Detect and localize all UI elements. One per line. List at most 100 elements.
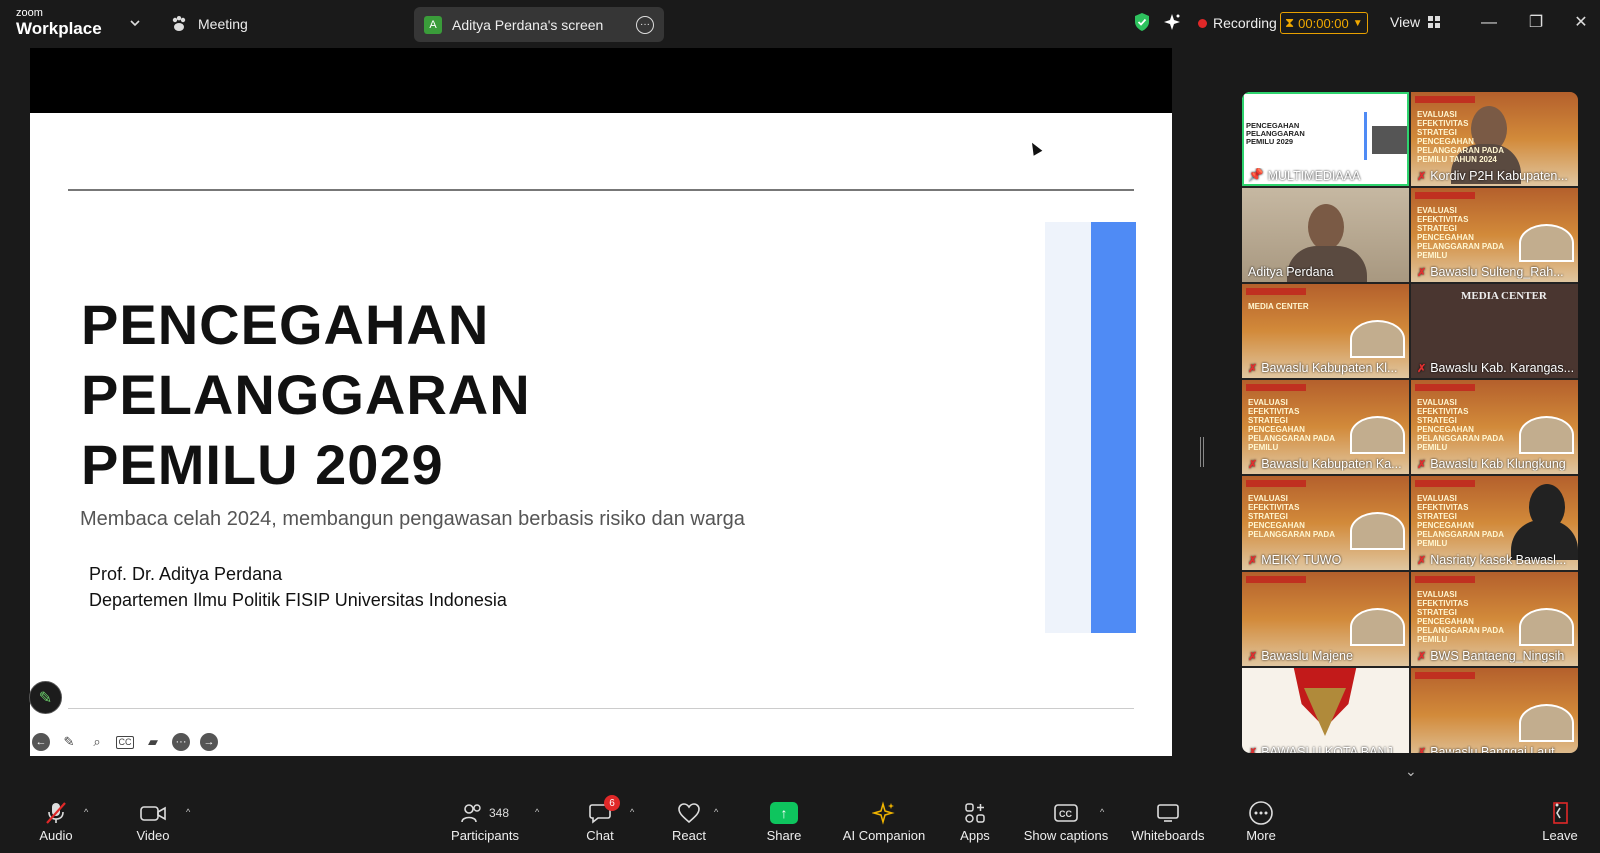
- thumbnail-header: [1246, 288, 1306, 295]
- tile-label: ✗ BWS Bantaeng_Ningsih: [1417, 649, 1574, 663]
- participant-tile[interactable]: ✗ BAWASLU KOTA BANJ...: [1242, 668, 1409, 753]
- show-captions-label: Show captions: [1023, 828, 1109, 843]
- tile-label: ✗ Nasriaty kasek Bawasl...: [1417, 553, 1574, 567]
- pen-icon[interactable]: ✎: [60, 733, 78, 751]
- restore-window-icon[interactable]: ❐: [1525, 12, 1547, 34]
- chevron-down-icon: ▼: [1352, 17, 1363, 29]
- mic-muted-icon: ✗: [1248, 554, 1258, 567]
- participant-tile[interactable]: ✗ Nasriaty kasek Bawasl... EVALUASI EFEKT…: [1411, 476, 1578, 570]
- thumbnail-header: [1415, 384, 1475, 391]
- thumbnail-room: [1350, 608, 1405, 646]
- thumbnail-room: [1350, 416, 1405, 454]
- logo-line2: Workplace: [16, 19, 102, 38]
- thumbnail-header: [1415, 480, 1475, 487]
- participant-tile[interactable]: ✗ MEIKY TUWO EVALUASI EFEKTIVITAS STRATEG…: [1242, 476, 1409, 570]
- participant-tile[interactable]: MEDIA CENTER ✗ Bawaslu Kab. Karangas...: [1411, 284, 1578, 378]
- participant-name: MEIKY TUWO: [1261, 553, 1342, 567]
- ai-sparkle-icon: [872, 801, 895, 825]
- annotate-pen-icon[interactable]: ✎: [29, 681, 62, 714]
- security-shield-icon[interactable]: [1133, 12, 1151, 32]
- thumbnail-room: [1350, 512, 1405, 550]
- participant-tile[interactable]: ✗ Bawaslu Sulteng_Rah... EVALUASI EFEKTIV…: [1411, 188, 1578, 282]
- participant-tile[interactable]: ✗ Bawaslu Banggai Laut: [1411, 668, 1578, 753]
- slide-title-line: PELANGGARAN: [81, 363, 531, 426]
- video-camera-icon: [140, 806, 166, 821]
- mic-muted-icon: ✗: [1417, 266, 1427, 279]
- pin-icon: 📌: [1248, 168, 1264, 182]
- minimize-icon[interactable]: —: [1478, 12, 1500, 34]
- top-bar: zoom Workplace Meeting A Aditya Perdana'…: [0, 0, 1600, 48]
- captions-icon[interactable]: CC: [116, 735, 134, 749]
- show-captions-button[interactable]: CC Show captions: [1024, 795, 1108, 853]
- more-button[interactable]: More: [1244, 795, 1278, 853]
- chevron-up-icon[interactable]: ^: [535, 807, 539, 817]
- participant-tile[interactable]: PENCEGAHAN PELANGGARAN PEMILU 2029 📌 MULTIM…: [1242, 92, 1409, 186]
- heart-icon: [678, 803, 700, 824]
- participant-tile[interactable]: Aditya Perdana: [1242, 188, 1409, 282]
- chevron-up-icon[interactable]: ^: [714, 807, 718, 817]
- apps-button[interactable]: Apps: [960, 795, 990, 853]
- participant-tile[interactable]: ✗ BWS Bantaeng_Ningsih EVALUASI EFEKTIVIT…: [1411, 572, 1578, 666]
- leave-button[interactable]: Leave: [1541, 795, 1579, 853]
- thumbnail-room: [1519, 608, 1574, 646]
- mic-muted-icon: ✗: [1417, 362, 1427, 375]
- share-arrow-icon: ↑: [770, 802, 798, 824]
- tile-thumbnail-text: EVALUASI EFEKTIVITAS STRATEGI PENCEGAHAN…: [1417, 110, 1504, 164]
- thumbnail-room: [1519, 704, 1574, 742]
- participant-name: Kordiv P2H Kabupaten...: [1430, 169, 1568, 183]
- slide-top-divider: [68, 189, 1134, 191]
- participant-name: BAWASLU KOTA BANJ...: [1261, 745, 1404, 753]
- zoom-magnifier-icon[interactable]: ⌕: [88, 733, 106, 751]
- ai-sparkle-icon[interactable]: [1162, 12, 1182, 32]
- mic-muted-icon: ✗: [1417, 554, 1427, 567]
- gallery-scroll-down-icon[interactable]: ⌄: [1405, 763, 1417, 780]
- video-off-icon[interactable]: ▰: [144, 733, 162, 751]
- panel-resize-handle[interactable]: [1200, 437, 1204, 467]
- view-button[interactable]: View: [1390, 14, 1441, 30]
- participant-tile[interactable]: ✗ Bawaslu Kab Klungkung EVALUASI EFEKTIVI…: [1411, 380, 1578, 474]
- more-options-icon[interactable]: ···: [636, 15, 654, 34]
- mic-muted-icon: ✗: [1417, 170, 1427, 183]
- recording-indicator[interactable]: Recording: [1198, 15, 1277, 31]
- slide-bottom-divider: [68, 708, 1134, 709]
- grid-view-icon: [1428, 16, 1441, 28]
- chat-button[interactable]: Chat 6: [584, 795, 620, 853]
- shared-screen-pill[interactable]: A Aditya Perdana's screen ···: [414, 7, 664, 42]
- participant-tile[interactable]: ✗ Bawaslu Kabupaten Kl... MEDIA CENTER: [1242, 284, 1409, 378]
- tile-label: 📌 MULTIMEDIAAA: [1248, 168, 1405, 183]
- chevron-up-icon[interactable]: ^: [1100, 807, 1104, 817]
- more-options-icon[interactable]: ···: [172, 733, 190, 751]
- chevron-up-icon[interactable]: ^: [186, 807, 190, 817]
- participants-label: Participants: [451, 828, 519, 843]
- thumbnail-room: [1519, 416, 1574, 454]
- chevron-up-icon[interactable]: ^: [84, 807, 88, 817]
- participant-tile[interactable]: ✗ Bawaslu Majene: [1242, 572, 1409, 666]
- react-button[interactable]: React: [672, 795, 706, 853]
- meeting-button[interactable]: Meeting: [170, 12, 248, 36]
- next-slide-icon[interactable]: →: [200, 733, 218, 751]
- thumbnail-room: [1519, 224, 1574, 262]
- participant-tile[interactable]: ✗ Kordiv P2H Kabupaten... EVALUASI EFEKTI…: [1411, 92, 1578, 186]
- whiteboards-button[interactable]: Whiteboards: [1128, 795, 1208, 853]
- zoom-workplace-logo[interactable]: zoom Workplace: [16, 8, 116, 40]
- whiteboard-icon: [1157, 804, 1179, 822]
- leave-door-icon: [1553, 802, 1568, 824]
- audio-button[interactable]: Audio: [36, 795, 76, 853]
- tile-thumbnail-text: EVALUASI EFEKTIVITAS STRATEGI PENCEGAHAN…: [1417, 206, 1504, 260]
- chevron-up-icon[interactable]: ^: [630, 807, 634, 817]
- tile-thumbnail-text: EVALUASI EFEKTIVITAS STRATEGI PENCEGAHAN…: [1248, 494, 1335, 539]
- timer-badge[interactable]: ⧗ 00:00:00 ▼: [1280, 12, 1368, 34]
- share-button[interactable]: ↑ Share: [766, 795, 802, 853]
- participants-button[interactable]: 348 Participants: [450, 795, 520, 853]
- meeting-toolbar: Audio ^ Video ^ 348 Participants ^ Chat …: [0, 795, 1600, 853]
- participant-tile[interactable]: ✗ Bawaslu Kabupaten Ka... EVALUASI EFEKTI…: [1242, 380, 1409, 474]
- close-icon[interactable]: ✕: [1570, 12, 1592, 34]
- slide-accent-bar-light: [1045, 222, 1091, 633]
- tile-label: ✗ Bawaslu Banggai Laut: [1417, 745, 1574, 753]
- ai-companion-button[interactable]: AI Companion: [842, 795, 926, 853]
- previous-slide-icon[interactable]: ←: [32, 733, 50, 751]
- chevron-down-icon[interactable]: [128, 16, 142, 30]
- record-dot-icon: [1198, 18, 1207, 28]
- video-button[interactable]: Video: [132, 795, 174, 853]
- tile-thumbnail-text: EVALUASI EFEKTIVITAS STRATEGI PENCEGAHAN…: [1248, 398, 1335, 452]
